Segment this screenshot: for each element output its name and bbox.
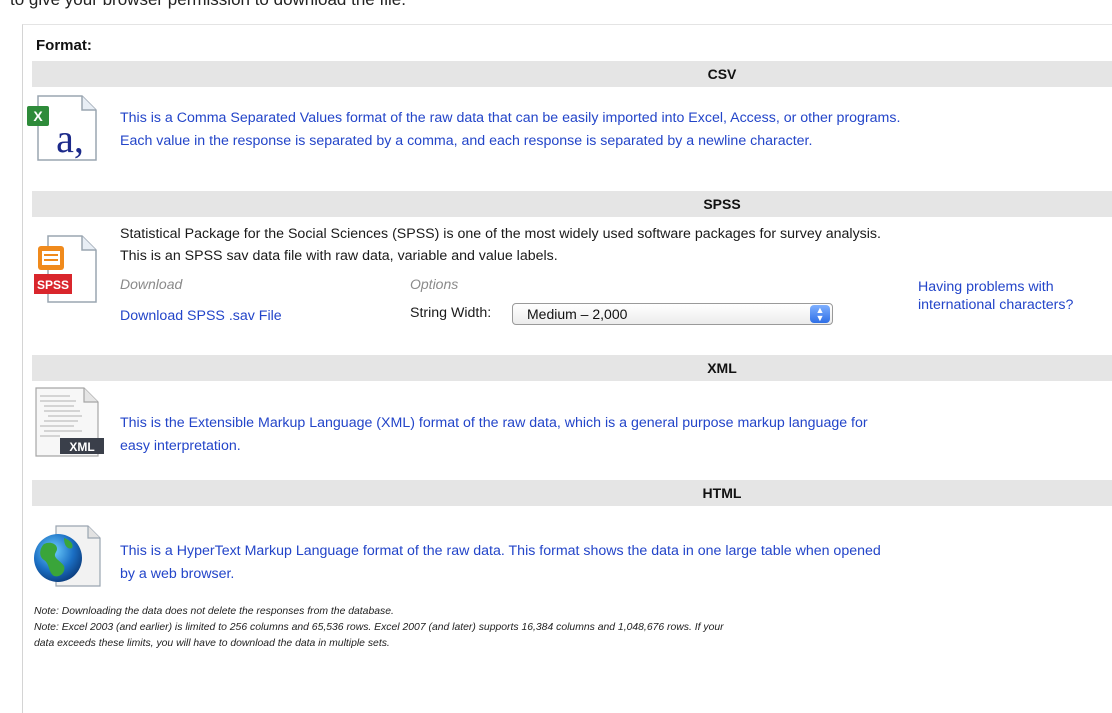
spss-description-line-2: This is an SPSS sav data file with raw d… [120, 248, 558, 264]
xml-description-line-1: This is the Extensible Markup Language (… [120, 415, 868, 431]
csv-description-line-1: This is a Comma Separated Values format … [120, 110, 901, 126]
download-label: Download [120, 276, 183, 292]
help-link-line-2: international characters? [918, 297, 1074, 313]
csv-section-header: CSV [32, 61, 1112, 87]
html-section-header: HTML [32, 480, 1112, 506]
html-globe-file-icon[interactable] [30, 520, 106, 592]
note-excel-limits: Note: Excel 2003 (and earlier) is limite… [34, 622, 724, 633]
help-link-line-1: Having problems with [918, 279, 1054, 295]
select-arrows-icon: ▲ ▼ [810, 305, 830, 323]
options-label: Options [410, 276, 459, 292]
note-multiple-sets: data exceeds these limits, you will have… [34, 638, 390, 649]
string-width-label: String Width: [410, 305, 492, 321]
xml-section-header: XML [32, 355, 1112, 381]
svg-text:a,: a, [56, 116, 84, 161]
xml-description-line-2: easy interpretation. [120, 438, 241, 454]
xml-icon-text: XML [69, 440, 94, 454]
csv-description-line-2: Each value in the response is separated … [120, 133, 813, 149]
html-description-line-2: by a web browser. [120, 566, 235, 582]
note-responses-not-deleted: Note: Downloading the data does not dele… [34, 606, 394, 617]
international-characters-help-link[interactable]: Having problems with international chara… [918, 278, 1073, 314]
download-spss-link[interactable]: Download SPSS .sav File [120, 307, 282, 325]
excel-csv-file-icon[interactable]: X a, [24, 92, 100, 164]
format-label: Format: [36, 37, 92, 54]
svg-text:X: X [33, 108, 43, 124]
spss-description-line-1: Statistical Package for the Social Scien… [120, 226, 881, 242]
spss-icon-text: SPSS [37, 278, 69, 292]
spss-section-header: SPSS [32, 191, 1112, 217]
xml-file-icon[interactable]: XML [30, 386, 106, 460]
spss-file-icon[interactable]: SPSS [32, 232, 104, 308]
html-description-line-1: This is a HyperText Markup Language form… [120, 543, 881, 559]
string-width-value: Medium – 2,000 [527, 306, 628, 322]
intro-text: to give your browser permission to downl… [10, 0, 910, 14]
string-width-select[interactable]: Medium – 2,000 ▲ ▼ [512, 303, 833, 325]
